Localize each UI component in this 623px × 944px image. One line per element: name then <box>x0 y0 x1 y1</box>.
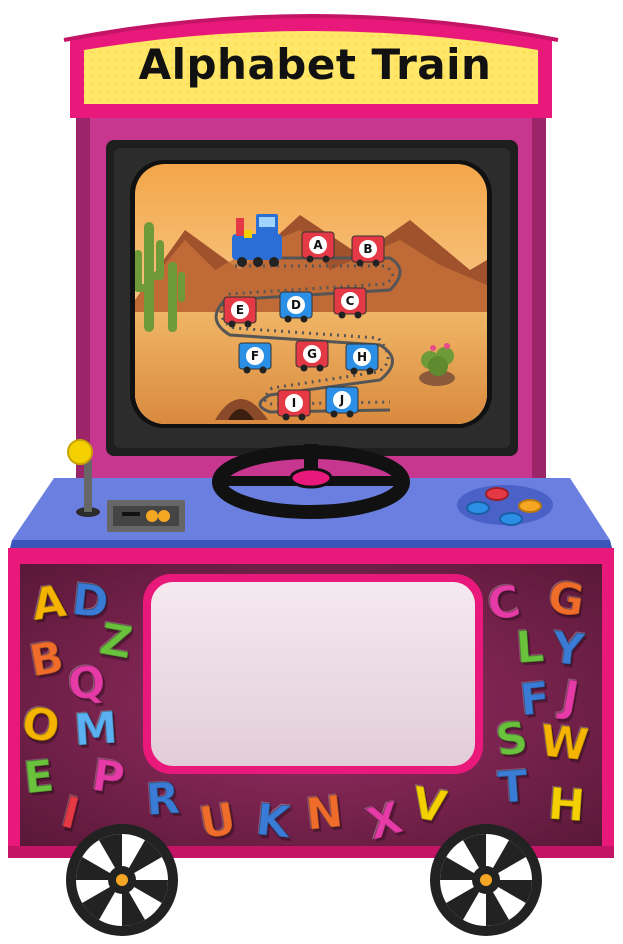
decor-letter-h: H <box>546 778 588 833</box>
decor-letter-l: L <box>513 620 546 674</box>
decor-letter-y: Y <box>549 622 588 678</box>
wheel-icon <box>430 824 542 936</box>
joystick-icon[interactable] <box>67 439 100 517</box>
decor-letter-b: B <box>25 631 68 689</box>
decor-letter-e: E <box>21 750 58 805</box>
decor-letter-p: P <box>88 749 129 806</box>
decor-letter-o: O <box>18 697 64 754</box>
decor-letter-u: U <box>195 793 241 851</box>
decor-letter-n: N <box>303 785 346 841</box>
red-button[interactable] <box>485 487 509 501</box>
steering-wheel-icon[interactable] <box>212 444 410 519</box>
blue-button[interactable] <box>466 501 490 515</box>
arcade-cabinet: Alphabet Train ABCDEFGHIJ A D Z B Q O M … <box>0 0 623 944</box>
decor-letter-t: T <box>495 760 530 814</box>
orange-button[interactable] <box>518 499 542 513</box>
decor-letter-g: G <box>544 571 588 628</box>
coin-slot-icon[interactable] <box>107 500 185 532</box>
decor-letter-m: M <box>71 702 120 757</box>
decor-letter-w: W <box>537 715 592 772</box>
decor-letter-q: Q <box>65 655 109 711</box>
decor-letter-r: R <box>143 772 182 827</box>
wheel-icon <box>66 824 178 936</box>
decor-letter-a: A <box>28 575 70 632</box>
decor-letter-k: K <box>253 794 294 850</box>
decor-letter-s: S <box>492 711 532 767</box>
blue-button-2[interactable] <box>499 512 523 526</box>
arcade-buttons-icon <box>457 485 553 526</box>
